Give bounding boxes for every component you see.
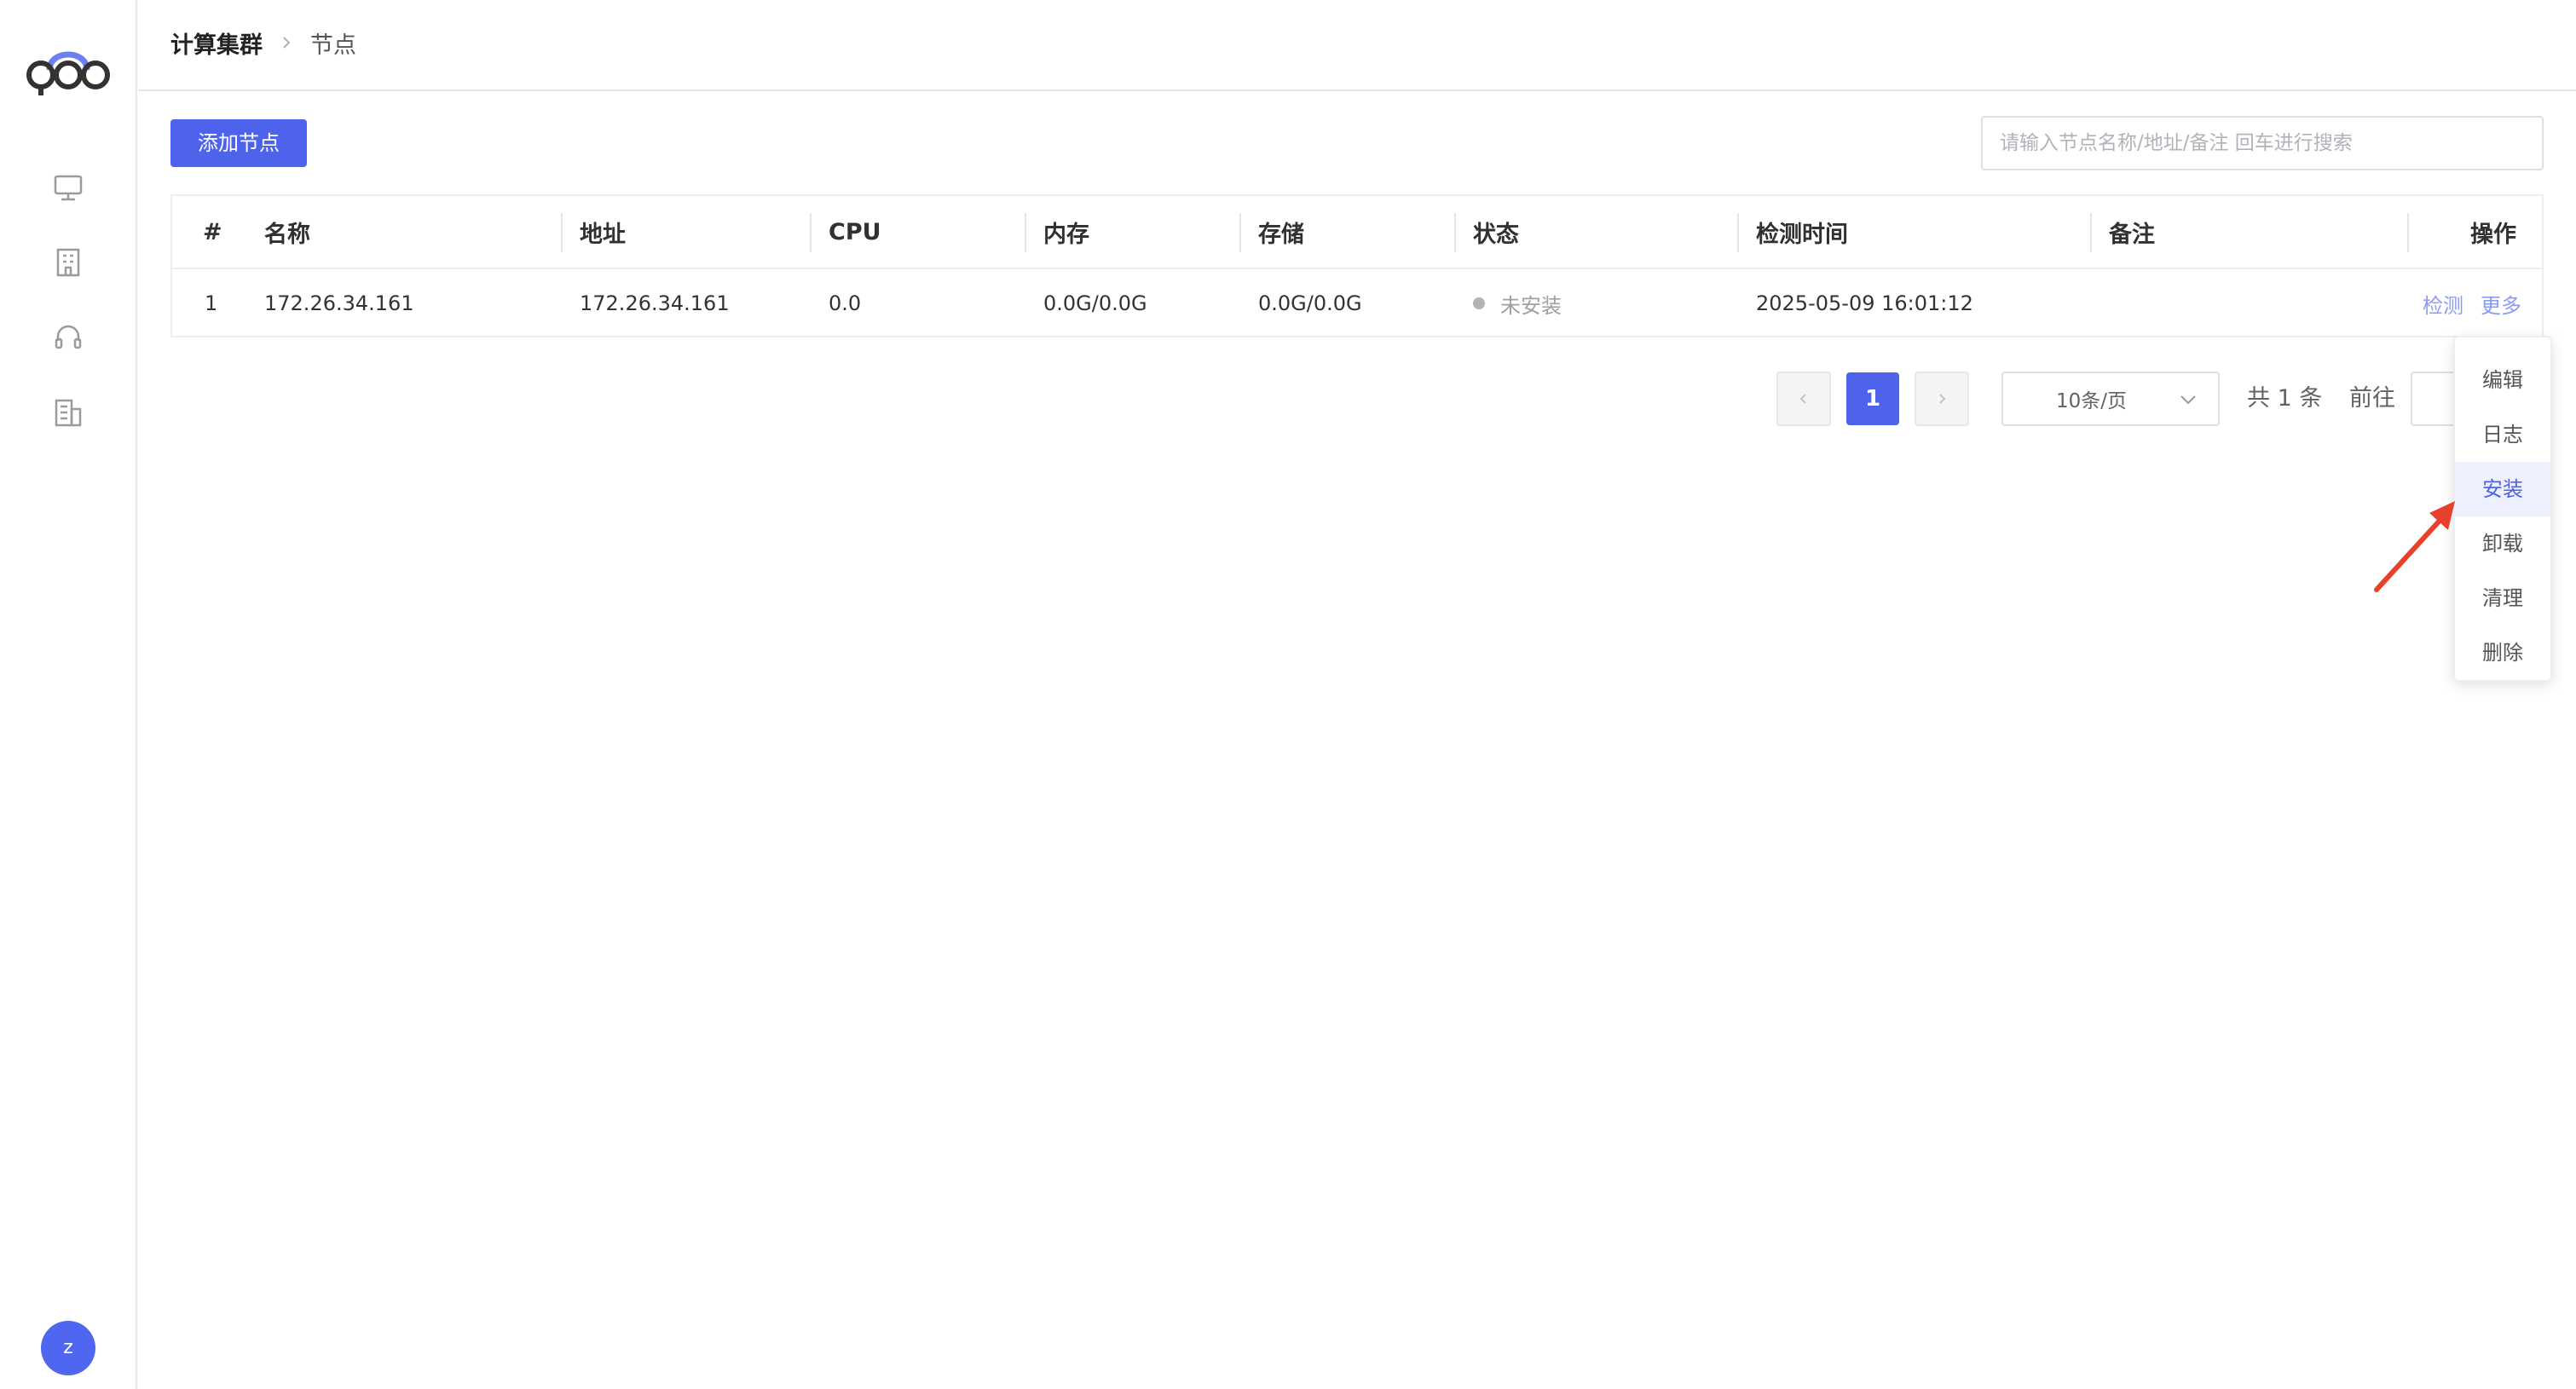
col-remark: 备注 [2109, 221, 2155, 248]
nodes-table: # 名称 地址 CPU 内存 存储 状态 检测时间 备注 操作 1 172.26… [170, 194, 2544, 337]
app-logo[interactable] [24, 32, 113, 97]
cell-storage: 0.0G/0.0G [1258, 291, 1362, 315]
menu-item-uninstall[interactable]: 卸载 [2455, 516, 2550, 571]
next-page-button[interactable] [1915, 372, 1969, 426]
breadcrumb: 计算集群 节点 [170, 26, 356, 60]
cell-memory: 0.0G/0.0G [1043, 291, 1147, 315]
headset-icon[interactable] [51, 320, 85, 354]
col-address: 地址 [580, 221, 626, 248]
col-divider[interactable] [2090, 213, 2092, 252]
cell-check-time: 2025-05-09 16:01:12 [1756, 291, 1973, 315]
col-divider[interactable] [561, 213, 563, 252]
monitor-icon[interactable] [51, 170, 85, 205]
chevron-right-icon [1939, 394, 1946, 404]
col-divider[interactable] [810, 213, 811, 252]
cell-name: 172.26.34.161 [264, 291, 414, 315]
col-divider[interactable] [1737, 213, 1739, 252]
col-divider[interactable] [1025, 213, 1026, 252]
search-input[interactable] [1981, 116, 2544, 170]
cell-address: 172.26.34.161 [580, 291, 730, 315]
breadcrumb-current: 节点 [310, 32, 356, 59]
building-icon[interactable] [51, 245, 85, 280]
check-link[interactable]: 检测 [2423, 289, 2463, 319]
status-badge: 未安装 [1500, 293, 1562, 318]
user-avatar[interactable]: z [41, 1321, 95, 1375]
sidebar: z [0, 0, 137, 1389]
annotation-arrow-icon [2374, 501, 2455, 592]
menu-item-delete[interactable]: 删除 [2455, 625, 2550, 680]
chevron-left-icon [1799, 394, 1806, 404]
col-check-time: 检测时间 [1756, 221, 1848, 248]
col-memory: 内存 [1043, 221, 1089, 248]
col-cpu: CPU [829, 218, 881, 245]
col-divider[interactable] [1239, 213, 1241, 252]
menu-item-logs[interactable]: 日志 [2455, 407, 2550, 462]
menu-item-edit[interactable]: 编辑 [2455, 353, 2550, 407]
chevron-right-icon [283, 37, 291, 49]
col-actions: 操作 [2470, 221, 2516, 248]
add-node-button[interactable]: 添加节点 [170, 119, 307, 167]
goto-label: 前往 [2349, 385, 2395, 412]
menu-item-install[interactable]: 安装 [2455, 462, 2550, 516]
chevron-down-icon [2180, 395, 2196, 405]
page-size-select[interactable]: 10条/页 [2001, 372, 2220, 426]
total-count: 共 1 条 [2247, 385, 2323, 412]
cell-cpu: 0.0 [829, 291, 862, 315]
more-link[interactable]: 更多 [2481, 289, 2521, 319]
page-number-current[interactable]: 1 [1846, 372, 1899, 425]
cell-index: 1 [205, 291, 218, 315]
col-name: 名称 [264, 221, 310, 248]
table-header: # 名称 地址 CPU 内存 存储 状态 检测时间 备注 操作 [172, 196, 2542, 269]
top-bar: 计算集群 节点 [138, 0, 2576, 91]
col-storage: 存储 [1258, 221, 1304, 248]
table-row: 1 172.26.34.161 172.26.34.161 0.0 0.0G/0… [172, 269, 2542, 337]
cell-status: 未安装 [1473, 269, 1562, 337]
pagination: 1 10条/页 共 1 条 前往 [0, 372, 2576, 426]
col-index: # [203, 218, 222, 245]
col-status: 状态 [1473, 221, 1519, 248]
breadcrumb-parent[interactable]: 计算集群 [170, 26, 263, 60]
cell-actions: 检测 更多 [2423, 269, 2521, 337]
page-size-value: 10条/页 [2056, 390, 2128, 412]
prev-page-button[interactable] [1776, 372, 1831, 426]
col-divider[interactable] [2407, 213, 2409, 252]
col-divider[interactable] [1454, 213, 1456, 252]
menu-item-clean[interactable]: 清理 [2455, 571, 2550, 625]
status-dot [1473, 297, 1485, 309]
more-dropdown-menu: 编辑 日志 安装 卸载 清理 删除 [2453, 336, 2552, 682]
